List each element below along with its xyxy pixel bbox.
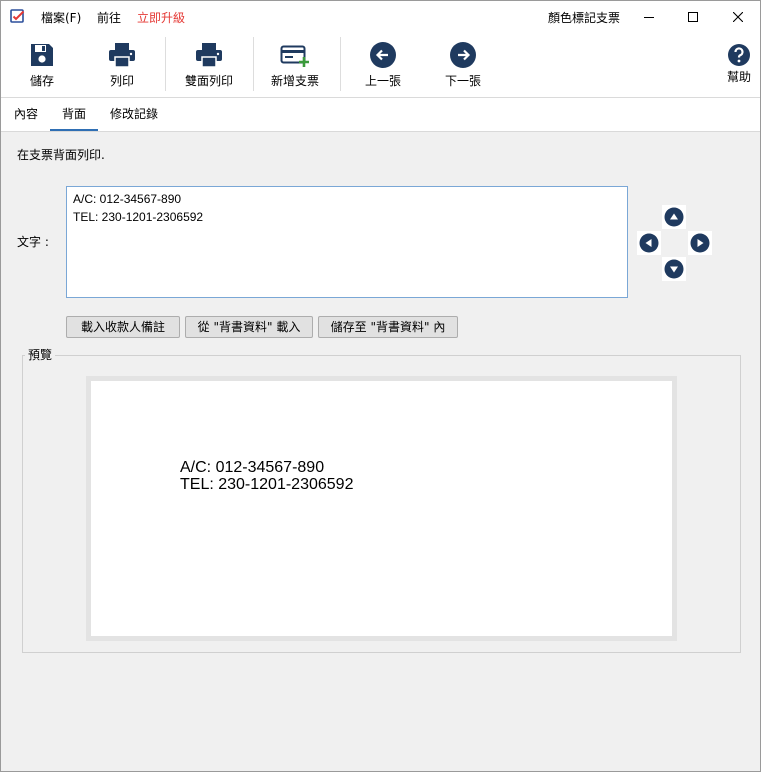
print-button[interactable]: 列印 xyxy=(95,33,149,97)
chevron-right-icon xyxy=(690,233,710,253)
printer-icon xyxy=(109,43,135,68)
load-payee-note-button[interactable]: 載入收款人備註 xyxy=(66,316,180,338)
maximize-button[interactable] xyxy=(671,1,715,33)
close-icon xyxy=(733,12,743,22)
maximize-icon xyxy=(688,12,698,22)
title-bar: 檔案(F) 前往 立即升級 顏色標記支票 xyxy=(1,1,760,33)
duplex-printer-icon xyxy=(196,43,222,68)
arrow-left-circle-icon xyxy=(370,42,396,68)
preview-line: TEL: 230-1201-2306592 xyxy=(180,476,354,493)
move-left-button[interactable] xyxy=(637,231,661,255)
move-up-button[interactable] xyxy=(662,205,686,229)
save-icon xyxy=(31,44,53,66)
save-to-endorsement-button[interactable]: 儲存至 "背書資料" 內 xyxy=(318,316,458,338)
tab-back[interactable]: 背面 xyxy=(50,98,98,131)
back-print-description: 在支票背面列印. xyxy=(17,148,105,162)
print-label: 列印 xyxy=(109,74,134,88)
app-window: 檔案(F) 前往 立即升級 顏色標記支票 儲存 列印 雙面列印 新增支票 上一張… xyxy=(0,0,761,772)
preview-text: A/C: 012-34567-890 TEL: 230-1201-2306592 xyxy=(180,459,353,493)
chevron-left-icon xyxy=(639,233,659,253)
save-button[interactable]: 儲存 xyxy=(15,33,69,97)
toolbar-separator xyxy=(253,37,254,91)
next-label: 下一張 xyxy=(444,74,481,88)
new-check-label: 新增支票 xyxy=(270,74,319,88)
toolbar: 儲存 列印 雙面列印 新增支票 上一張 下一張 幫助 xyxy=(1,33,760,98)
duplex-print-button[interactable]: 雙面列印 xyxy=(179,33,239,97)
text-line: A/C: 012-34567-890 xyxy=(73,192,182,206)
minimize-icon xyxy=(644,17,654,18)
next-button[interactable]: 下一張 xyxy=(435,33,491,97)
arrow-right-circle-icon xyxy=(450,42,476,68)
menu-go[interactable]: 前往 xyxy=(97,10,121,26)
text-line: TEL: 230-1201-2306592 xyxy=(73,210,204,224)
prev-label: 上一張 xyxy=(364,74,401,88)
new-check-button[interactable]: 新增支票 xyxy=(265,33,325,97)
chevron-up-icon xyxy=(664,207,684,227)
move-right-button[interactable] xyxy=(688,231,712,255)
text-label: 文字 : xyxy=(17,235,49,249)
window-title: 顏色標記支票 xyxy=(548,11,621,25)
minimize-button[interactable] xyxy=(627,1,671,33)
duplex-print-label: 雙面列印 xyxy=(184,74,233,88)
toolbar-separator xyxy=(165,37,166,91)
load-from-endorsement-button[interactable]: 從 "背書資料" 載入 xyxy=(185,316,313,338)
endorsement-textarea[interactable]: A/C: 012-34567-890 TEL: 230-1201-2306592 xyxy=(66,186,628,298)
prev-button[interactable]: 上一張 xyxy=(355,33,411,97)
new-check-icon xyxy=(280,45,309,67)
save-label: 儲存 xyxy=(29,74,54,88)
app-logo-icon xyxy=(10,9,25,23)
preview-label: 預覽 xyxy=(25,348,56,362)
preview-check-back: A/C: 012-34567-890 TEL: 230-1201-2306592 xyxy=(91,381,672,636)
menu-file[interactable]: 檔案(F) xyxy=(41,10,81,26)
preview-line: A/C: 012-34567-890 xyxy=(180,459,325,476)
tab-content[interactable]: 內容 xyxy=(5,98,47,131)
tab-history[interactable]: 修改記錄 xyxy=(102,98,166,131)
close-button[interactable] xyxy=(716,1,760,33)
chevron-down-icon xyxy=(664,259,684,279)
help-label: 幫助 xyxy=(726,70,751,84)
toolbar-separator xyxy=(340,37,341,91)
move-down-button[interactable] xyxy=(662,257,686,281)
menu-upgrade[interactable]: 立即升級 xyxy=(137,10,185,26)
preview-frame: A/C: 012-34567-890 TEL: 230-1201-2306592 xyxy=(86,376,677,641)
help-button[interactable]: 幫助 xyxy=(719,33,759,97)
help-icon xyxy=(728,44,750,66)
tab-bar: 內容 背面 修改記錄 xyxy=(1,98,760,132)
